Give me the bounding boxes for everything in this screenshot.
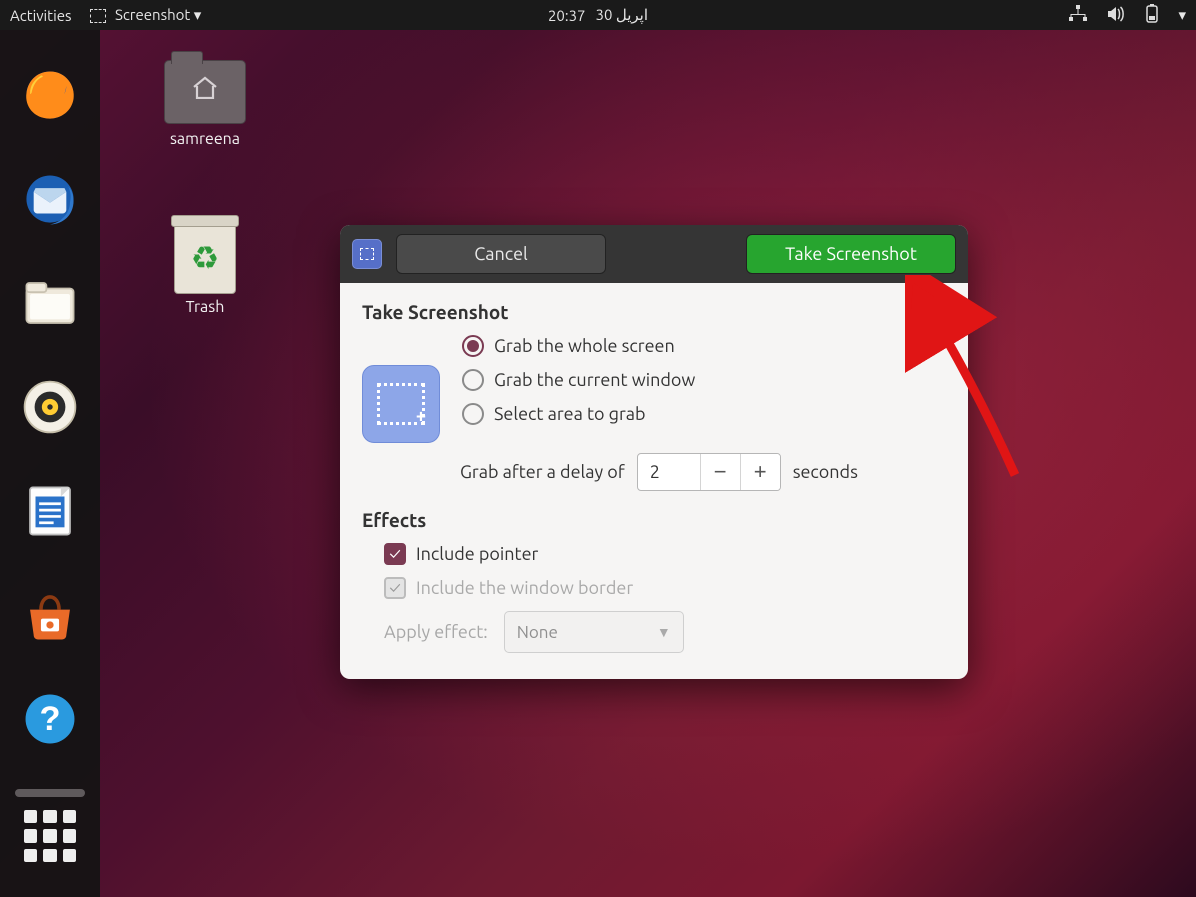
- radio-whole-screen[interactable]: Grab the whole screen: [462, 335, 946, 357]
- recycle-icon: ♻: [191, 239, 220, 277]
- delay-spinbox[interactable]: 2 − +: [637, 453, 781, 491]
- show-applications-button[interactable]: [24, 810, 76, 862]
- radio-icon: [462, 369, 484, 391]
- top-bar: Activities Screenshot ▾ 20:37 اپریل 30 ▾: [0, 0, 1196, 30]
- svg-text:?: ?: [39, 700, 60, 738]
- chevron-down-icon: ▼: [657, 624, 671, 640]
- desktop-icon-trash[interactable]: ♻ Trash: [155, 222, 255, 316]
- radio-label: Grab the current window: [494, 370, 695, 390]
- dock-app-software[interactable]: [15, 580, 85, 650]
- dock-app-writer[interactable]: [15, 476, 85, 546]
- battery-icon[interactable]: [1144, 4, 1160, 27]
- app-menu-label: Screenshot: [115, 6, 190, 23]
- desktop-icon-label: Trash: [155, 298, 255, 316]
- dock-app-thunderbird[interactable]: [15, 164, 85, 234]
- app-menu[interactable]: Screenshot ▾: [90, 6, 202, 24]
- chevron-down-icon: ▾: [194, 6, 202, 23]
- radio-label: Select area to grab: [494, 404, 646, 424]
- radio-icon: [462, 335, 484, 357]
- radio-select-area[interactable]: Select area to grab: [462, 403, 946, 425]
- dock-app-firefox[interactable]: [15, 60, 85, 130]
- section-title-grab: Take Screenshot: [362, 301, 946, 323]
- clock-time: 20:37: [548, 7, 586, 24]
- trash-icon: ♻: [174, 222, 236, 294]
- delay-label-pre: Grab after a delay of: [460, 462, 625, 482]
- apply-effect-label: Apply effect:: [384, 622, 488, 642]
- section-title-effects: Effects: [362, 509, 946, 531]
- cancel-button[interactable]: Cancel: [396, 234, 606, 274]
- volume-icon[interactable]: [1106, 5, 1126, 26]
- radio-label: Grab the whole screen: [494, 336, 675, 356]
- chevron-down-icon[interactable]: ▾: [1178, 6, 1186, 24]
- dock-separator: [15, 789, 85, 797]
- delay-increment-button[interactable]: +: [740, 454, 780, 490]
- clock-date: اپریل 30: [596, 6, 649, 24]
- folder-icon: [164, 60, 246, 124]
- desktop-icon-home[interactable]: samreena: [155, 60, 255, 148]
- checkbox-label: Include pointer: [416, 544, 538, 564]
- delay-label-post: seconds: [793, 462, 858, 482]
- apply-effect-combo: None ▼: [504, 611, 684, 653]
- radio-current-window[interactable]: Grab the current window: [462, 369, 946, 391]
- clock[interactable]: 20:37 اپریل 30: [548, 6, 648, 24]
- dialog-header: Cancel Take Screenshot: [340, 225, 968, 283]
- delay-decrement-button[interactable]: −: [700, 454, 740, 490]
- network-icon[interactable]: [1068, 5, 1088, 26]
- dock-app-help[interactable]: ?: [15, 684, 85, 754]
- screenshot-dialog: Cancel Take Screenshot Take Screenshot G…: [340, 225, 968, 679]
- activities-button[interactable]: Activities: [10, 7, 72, 24]
- check-icon: ✓: [384, 577, 406, 599]
- take-screenshot-button[interactable]: Take Screenshot: [746, 234, 956, 274]
- screenshot-app-icon: [352, 239, 382, 269]
- delay-value: 2: [638, 462, 700, 482]
- checkbox-include-pointer[interactable]: ✓ Include pointer: [384, 543, 946, 565]
- checkbox-include-border: ✓ Include the window border: [384, 577, 946, 599]
- home-icon: [190, 75, 220, 106]
- dialog-body: Take Screenshot Grab the whole screen Gr…: [340, 283, 968, 679]
- screenshot-icon: [90, 9, 106, 23]
- check-icon: ✓: [384, 543, 406, 565]
- dock-app-files[interactable]: [15, 268, 85, 338]
- dock: ?: [0, 30, 100, 897]
- annotation-arrow: [905, 275, 1045, 495]
- combo-value: None: [517, 623, 558, 642]
- dock-app-rhythmbox[interactable]: [15, 372, 85, 442]
- checkbox-label: Include the window border: [416, 578, 633, 598]
- radio-icon: [462, 403, 484, 425]
- desktop-icon-label: samreena: [155, 130, 255, 148]
